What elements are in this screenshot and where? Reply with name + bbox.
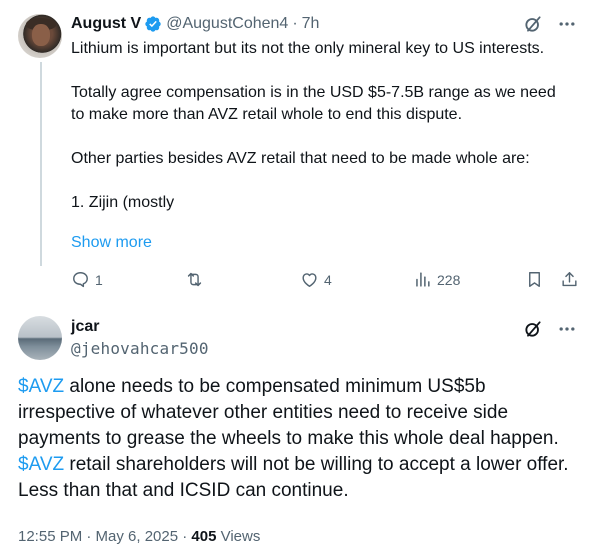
views-count: 228 bbox=[437, 271, 461, 288]
post-time[interactable]: 7h bbox=[302, 15, 320, 33]
author-handle[interactable]: @jehovahcar500 bbox=[71, 338, 209, 360]
author-name[interactable]: August V bbox=[71, 15, 141, 33]
show-more-link[interactable]: Show more bbox=[71, 234, 152, 252]
author-name[interactable]: jcar bbox=[71, 316, 209, 338]
repost-button[interactable] bbox=[185, 270, 204, 289]
repost-icon bbox=[187, 272, 202, 287]
tweet-paragraph: Other parties besides AVZ retail that ne… bbox=[71, 150, 530, 167]
more-icon[interactable] bbox=[556, 13, 578, 35]
reply-button[interactable]: 1 bbox=[71, 270, 103, 289]
tweet-action-bar: 1 4 228 bbox=[71, 270, 583, 294]
thread-connector-line bbox=[40, 62, 42, 266]
tweet-metadata: 12:55 PM · May 6, 2025 · 405 Views bbox=[18, 528, 260, 545]
reply-count: 1 bbox=[95, 271, 103, 288]
avatar-face-shape bbox=[32, 24, 50, 46]
tweet-top-actions bbox=[510, 318, 578, 340]
like-button[interactable]: 4 bbox=[300, 270, 332, 289]
avatar[interactable] bbox=[18, 316, 62, 360]
post-timestamp[interactable]: 12:55 PM · May 6, 2025 · bbox=[18, 528, 191, 545]
dot-separator: · bbox=[292, 15, 298, 32]
tweet-paragraph: Totally agree compensation is in the USD… bbox=[71, 84, 556, 123]
like-count: 4 bbox=[324, 271, 332, 288]
tweet-top-actions bbox=[510, 13, 578, 35]
tweet-paragraph: 1. Zijin (mostly bbox=[71, 194, 175, 211]
views-label: Views bbox=[216, 528, 261, 545]
grok-icon[interactable] bbox=[522, 13, 544, 35]
bookmark-icon bbox=[529, 272, 540, 287]
tweet-paragraph: Lithium is important but its not the onl… bbox=[71, 40, 545, 57]
cashtag-link[interactable]: $AVZ bbox=[18, 376, 64, 397]
tweet-text: $AVZ alone needs to be compensated minim… bbox=[18, 374, 578, 504]
like-icon bbox=[302, 273, 317, 287]
tweet-header: jcar @jehovahcar500 bbox=[71, 316, 209, 360]
tweet-header: August V @AugustCohen4 · 7h bbox=[71, 13, 319, 35]
tweet-text-segment: retail shareholders will not be willing … bbox=[18, 454, 569, 501]
reply-icon bbox=[73, 272, 88, 288]
share-button[interactable] bbox=[560, 270, 579, 289]
tweet-text: Lithium is important but its not the onl… bbox=[71, 38, 571, 214]
views-count: 405 bbox=[191, 528, 217, 545]
tweet-text-segment: alone needs to be compensated minimum US… bbox=[18, 376, 559, 449]
avatar[interactable] bbox=[18, 14, 62, 58]
views-icon bbox=[416, 272, 430, 287]
cashtag-link[interactable]: $AVZ bbox=[18, 454, 64, 475]
verified-badge-icon bbox=[145, 16, 161, 32]
bookmark-button[interactable] bbox=[525, 270, 544, 289]
share-icon bbox=[562, 272, 577, 287]
more-icon[interactable] bbox=[556, 318, 578, 340]
grok-icon[interactable] bbox=[522, 318, 544, 340]
author-handle[interactable]: @AugustCohen4 bbox=[166, 15, 288, 33]
views-button[interactable]: 228 bbox=[413, 270, 460, 289]
